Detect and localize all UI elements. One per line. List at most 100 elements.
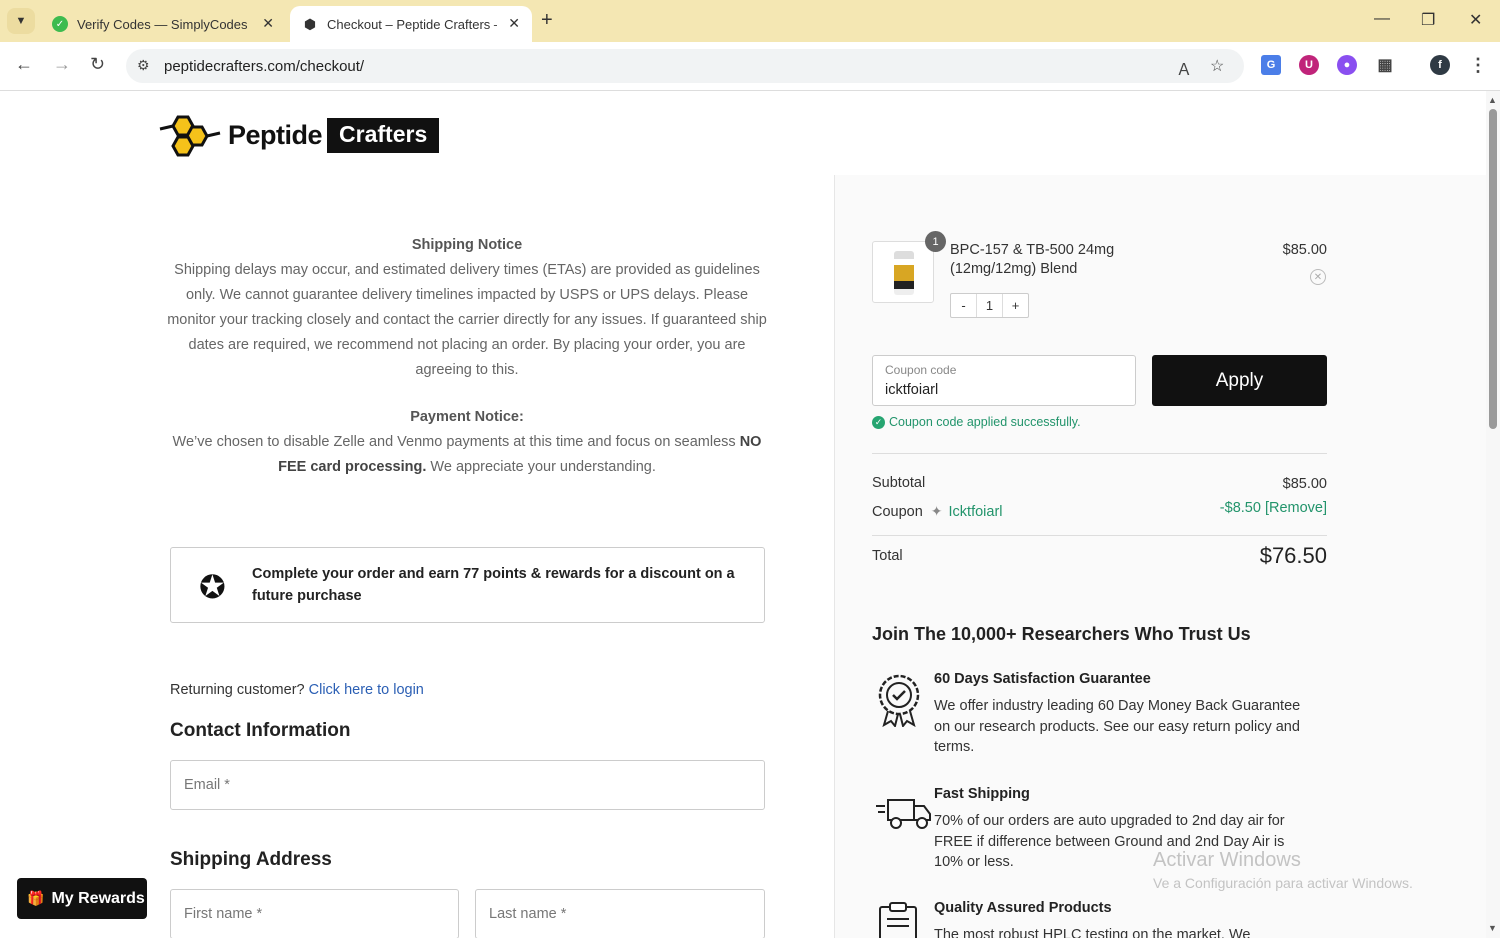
site-info-icon[interactable]: ⚙ (137, 57, 150, 74)
my-rewards-button[interactable]: 🎁 My Rewards (17, 878, 147, 919)
applied-coupon-code: Icktfoiarl (948, 504, 1003, 520)
quantity-stepper: - 1 + (950, 293, 1029, 318)
scrollbar-thumb[interactable] (1489, 109, 1497, 429)
star-icon[interactable]: ☆ (1210, 56, 1224, 76)
restore-icon[interactable]: ❐ (1421, 10, 1435, 30)
tab-title: Verify Codes — SimplyCodes (77, 16, 247, 32)
coupon-row: Coupon ✦ Icktfoiarl (872, 503, 1003, 520)
minimize-icon[interactable]: — (1374, 10, 1390, 28)
badge-check-svg (878, 674, 920, 729)
profile-avatar[interactable]: f (1430, 55, 1450, 75)
summary-divider (872, 453, 1327, 454)
first-name-field[interactable]: First name * (170, 889, 459, 938)
honeycomb-logo-icon (159, 115, 221, 157)
tab-strip: ▼ ✓ Verify Codes — SimplyCodes ✕ ⬢ Check… (0, 0, 1500, 42)
coupon-success-message: ✓ Coupon code applied successfully. (872, 415, 1081, 429)
close-tab-icon[interactable]: ✕ (508, 15, 520, 32)
truck-svg (876, 799, 931, 829)
feature-description: We offer industry leading 60 Day Money B… (934, 698, 1301, 755)
address-bar[interactable]: ⚙ peptidecrafters.com/checkout/ Ａ ☆ (126, 49, 1244, 83)
puzzle-icon[interactable]: ▦ (1375, 55, 1395, 75)
logo-word-crafters: Crafters (327, 117, 440, 153)
product-name: BPC-157 & TB-500 24mg (12mg/12mg) Blend (950, 242, 1115, 277)
product-price: $85.00 (1282, 242, 1327, 258)
more-vert-icon[interactable]: ⋮ (1468, 55, 1488, 75)
payment-notice-body: We’ve chosen to disable Zelle and Venmo … (160, 430, 774, 480)
coupon-field-value[interactable]: icktfoiarl (885, 382, 938, 398)
total-value: $76.50 (1259, 543, 1327, 568)
last-name-field[interactable]: Last name * (475, 889, 765, 938)
rewards-notice: ✪ Complete your order and earn 77 points… (170, 547, 765, 623)
shipping-notice: Shipping Notice Shipping delays may occu… (160, 233, 774, 383)
shipping-notice-heading: Shipping Notice (411, 237, 523, 253)
feature-description: The most robust HPLC testing on the mark… (934, 927, 1251, 938)
coupon-code-field[interactable]: Coupon code icktfoiarl (872, 355, 1136, 406)
forward-arrow-icon[interactable]: → (53, 54, 71, 75)
scroll-up-icon[interactable]: ▲ (1488, 95, 1497, 105)
quantity-badge: 1 (925, 231, 946, 252)
my-rewards-label: My Rewards (51, 889, 145, 907)
remove-item-icon[interactable]: ✕ (1310, 269, 1326, 285)
close-tab-icon[interactable]: ✕ (262, 15, 274, 32)
ublock-extension-icon[interactable]: U (1299, 55, 1319, 75)
back-arrow-icon[interactable]: ← (15, 54, 33, 75)
returning-customer-text: Returning customer? (170, 682, 305, 698)
payment-notice: Payment Notice: We’ve chosen to disable … (160, 405, 774, 480)
badge-check-icon (876, 673, 922, 737)
remove-coupon-link[interactable]: -$8.50 [Remove] (1150, 500, 1327, 516)
new-tab-icon[interactable]: + (541, 9, 553, 32)
feature-title: 60 Days Satisfaction Guarantee (934, 671, 1151, 687)
payment-notice-text: We appreciate your understanding. (426, 459, 656, 475)
subtotal-label: Subtotal (872, 475, 926, 491)
scroll-down-icon[interactable]: ▼ (1488, 923, 1497, 933)
tab-checkout[interactable]: ⬢ Checkout – Peptide Crafters – B ✕ (290, 6, 532, 42)
reload-icon[interactable]: ↻ (90, 54, 105, 75)
total-label: Total (872, 548, 903, 564)
trust-heading: Join The 10,000+ Researchers Who Trust U… (872, 624, 1251, 644)
payment-notice-heading: Payment Notice: (410, 409, 524, 425)
truck-icon (876, 796, 932, 842)
windows-activation-subtext: Ve a Configuración para activar Windows. (1153, 875, 1413, 891)
apply-coupon-button[interactable]: Apply (1152, 355, 1327, 406)
feature-title: Fast Shipping (934, 786, 1030, 802)
peptide-crafters-favicon-icon: ⬢ (303, 15, 317, 32)
window-close-icon[interactable]: ✕ (1469, 10, 1482, 30)
rewards-notice-text: Complete your order and earn 77 points &… (252, 566, 735, 604)
summary-divider (872, 535, 1327, 536)
url-text[interactable]: peptidecrafters.com/checkout/ (164, 58, 364, 75)
chevron-down-icon: ▼ (15, 15, 27, 27)
feature-title: Quality Assured Products (934, 900, 1112, 916)
coupon-field-label: Coupon code (885, 363, 957, 377)
decrease-quantity-button[interactable]: - (951, 294, 976, 317)
translate-icon[interactable]: Ａ (1176, 56, 1192, 80)
contact-heading: Contact Information (170, 720, 351, 741)
returning-customer: Returning customer? Click here to login (170, 682, 424, 698)
product-vial (894, 251, 914, 295)
tag-icon: ✦ (930, 503, 943, 519)
gift-icon: 🎁 (27, 890, 45, 906)
check-circle-icon: ✓ (872, 415, 885, 429)
quantity-value[interactable]: 1 (976, 294, 1003, 317)
windows-activation-watermark: Activar Windows (1153, 849, 1301, 871)
tab-simplycodes[interactable]: ✓ Verify Codes — SimplyCodes ✕ (40, 6, 286, 42)
coupon-row-label: Coupon (872, 504, 923, 520)
checkout-page: Peptide Crafters Shipping Notice Shippin… (0, 91, 1486, 938)
logo-word-peptide: Peptide (228, 119, 323, 150)
product-image (872, 241, 934, 303)
coupon-success-text: Coupon code applied successfully. (889, 415, 1081, 429)
clipboard-svg (879, 902, 917, 938)
increase-quantity-button[interactable]: + (1003, 294, 1028, 317)
site-logo[interactable]: Peptide Crafters (158, 109, 440, 161)
subtotal-value: $85.00 (1282, 476, 1327, 492)
purple-extension-icon[interactable]: ● (1337, 55, 1357, 75)
page-scrollbar[interactable]: ▲ ▼ (1486, 91, 1500, 938)
tab-search-button[interactable]: ▼ (7, 8, 35, 34)
email-field[interactable]: Email * (170, 760, 765, 810)
simplycodes-favicon-icon: ✓ (52, 16, 68, 32)
payment-notice-text: We’ve chosen to disable Zelle and Venmo … (172, 434, 740, 450)
login-link[interactable]: Click here to login (309, 682, 424, 698)
shipping-heading: Shipping Address (170, 849, 332, 870)
star-badge-icon: ✪ (199, 569, 226, 605)
google-translate-extension-icon[interactable]: G (1261, 55, 1281, 75)
tab-title: Checkout – Peptide Crafters – B (327, 16, 497, 32)
